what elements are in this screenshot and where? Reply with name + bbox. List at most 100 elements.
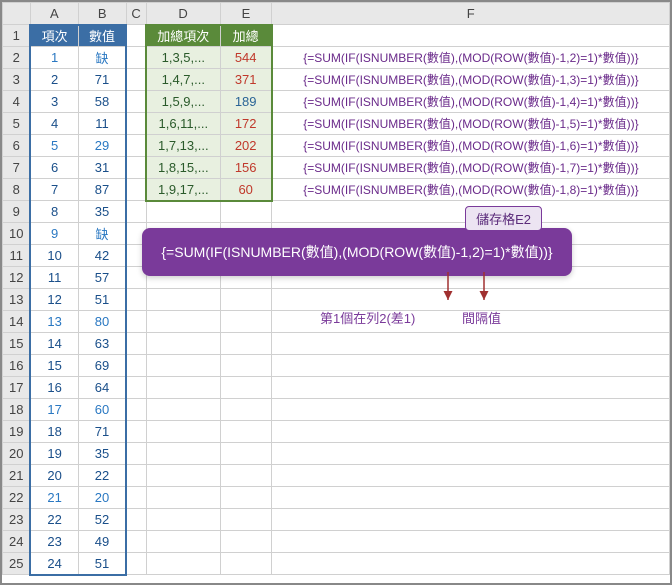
col-C[interactable]: C	[126, 3, 146, 25]
cell-F23[interactable]	[272, 509, 670, 531]
cell-B8[interactable]: 87	[78, 179, 126, 201]
row-header[interactable]: 13	[3, 289, 31, 311]
cell-F20[interactable]	[272, 443, 670, 465]
cell-C13[interactable]	[126, 289, 146, 311]
cell-E17[interactable]	[220, 377, 272, 399]
row-header[interactable]: 8	[3, 179, 31, 201]
cell-C17[interactable]	[126, 377, 146, 399]
cell-D19[interactable]	[146, 421, 220, 443]
cell-E21[interactable]	[220, 465, 272, 487]
row-header[interactable]: 24	[3, 531, 31, 553]
cell-D3[interactable]: 1,4,7,...	[146, 69, 220, 91]
cell-C19[interactable]	[126, 421, 146, 443]
cell-E4[interactable]: 189	[220, 91, 272, 113]
cell-F7[interactable]: {=SUM(IF(ISNUMBER(數值),(MOD(ROW(數值)-1,7)=…	[272, 157, 670, 179]
cell-F18[interactable]	[272, 399, 670, 421]
cell-D21[interactable]	[146, 465, 220, 487]
cell-D6[interactable]: 1,7,13,...	[146, 135, 220, 157]
cell-B6[interactable]: 29	[78, 135, 126, 157]
cell-D9[interactable]	[146, 201, 220, 223]
row-header[interactable]: 19	[3, 421, 31, 443]
cell-C18[interactable]	[126, 399, 146, 421]
cell-A12[interactable]: 11	[30, 267, 78, 289]
cell-F4[interactable]: {=SUM(IF(ISNUMBER(數值),(MOD(ROW(數值)-1,4)=…	[272, 91, 670, 113]
cell-A11[interactable]: 10	[30, 245, 78, 267]
cell-B9[interactable]: 35	[78, 201, 126, 223]
cell-A2[interactable]: 1	[30, 47, 78, 69]
cell-B22[interactable]: 20	[78, 487, 126, 509]
cell-A10[interactable]: 9	[30, 223, 78, 245]
cell-A22[interactable]: 21	[30, 487, 78, 509]
cell-D4[interactable]: 1,5,9,...	[146, 91, 220, 113]
row-header[interactable]: 18	[3, 399, 31, 421]
cell-B20[interactable]: 35	[78, 443, 126, 465]
cell-C7[interactable]	[126, 157, 146, 179]
col-A[interactable]: A	[30, 3, 78, 25]
cell-A15[interactable]: 14	[30, 333, 78, 355]
cell-E16[interactable]	[220, 355, 272, 377]
cell-B11[interactable]: 42	[78, 245, 126, 267]
cell-B19[interactable]: 71	[78, 421, 126, 443]
cell-C8[interactable]	[126, 179, 146, 201]
cell-B5[interactable]: 11	[78, 113, 126, 135]
cell-D7[interactable]: 1,8,15,...	[146, 157, 220, 179]
cell-E6[interactable]: 202	[220, 135, 272, 157]
cell-F24[interactable]	[272, 531, 670, 553]
cell-F2[interactable]: {=SUM(IF(ISNUMBER(數值),(MOD(ROW(數值)-1,2)=…	[272, 47, 670, 69]
cell-C23[interactable]	[126, 509, 146, 531]
row-header[interactable]: 2	[3, 47, 31, 69]
row-header[interactable]: 7	[3, 157, 31, 179]
cell-E24[interactable]	[220, 531, 272, 553]
cell-D15[interactable]	[146, 333, 220, 355]
cell-A9[interactable]: 8	[30, 201, 78, 223]
spreadsheet[interactable]: A B C D E F 1項次數值加總項次加總21缺1,3,5,...544{=…	[2, 2, 670, 576]
cell-E1[interactable]: 加總	[220, 25, 272, 47]
cell-C21[interactable]	[126, 465, 146, 487]
cell-E3[interactable]: 371	[220, 69, 272, 91]
cell-E5[interactable]: 172	[220, 113, 272, 135]
cell-B14[interactable]: 80	[78, 311, 126, 333]
cell-A6[interactable]: 5	[30, 135, 78, 157]
cell-E9[interactable]	[220, 201, 272, 223]
cell-E25[interactable]	[220, 553, 272, 575]
cell-A24[interactable]: 23	[30, 531, 78, 553]
cell-C3[interactable]	[126, 69, 146, 91]
cell-C20[interactable]	[126, 443, 146, 465]
cell-D20[interactable]	[146, 443, 220, 465]
cell-D14[interactable]	[146, 311, 220, 333]
cell-A4[interactable]: 3	[30, 91, 78, 113]
cell-E13[interactable]	[220, 289, 272, 311]
cell-B17[interactable]: 64	[78, 377, 126, 399]
cell-B13[interactable]: 51	[78, 289, 126, 311]
cell-C25[interactable]	[126, 553, 146, 575]
cell-C16[interactable]	[126, 355, 146, 377]
cell-F15[interactable]	[272, 333, 670, 355]
row-header[interactable]: 21	[3, 465, 31, 487]
cell-C2[interactable]	[126, 47, 146, 69]
cell-A13[interactable]: 12	[30, 289, 78, 311]
cell-A14[interactable]: 13	[30, 311, 78, 333]
cell-F1[interactable]	[272, 25, 670, 47]
cell-E14[interactable]	[220, 311, 272, 333]
cell-C5[interactable]	[126, 113, 146, 135]
cell-D24[interactable]	[146, 531, 220, 553]
row-header[interactable]: 15	[3, 333, 31, 355]
cell-E20[interactable]	[220, 443, 272, 465]
col-F[interactable]: F	[272, 3, 670, 25]
cell-B18[interactable]: 60	[78, 399, 126, 421]
row-header[interactable]: 14	[3, 311, 31, 333]
cell-F22[interactable]	[272, 487, 670, 509]
cell-D1[interactable]: 加總項次	[146, 25, 220, 47]
cell-A23[interactable]: 22	[30, 509, 78, 531]
row-header[interactable]: 11	[3, 245, 31, 267]
cell-B15[interactable]: 63	[78, 333, 126, 355]
cell-D2[interactable]: 1,3,5,...	[146, 47, 220, 69]
cell-C9[interactable]	[126, 201, 146, 223]
cell-D22[interactable]	[146, 487, 220, 509]
col-D[interactable]: D	[146, 3, 220, 25]
cell-A7[interactable]: 6	[30, 157, 78, 179]
cell-B10[interactable]: 缺	[78, 223, 126, 245]
row-header[interactable]: 9	[3, 201, 31, 223]
cell-A8[interactable]: 7	[30, 179, 78, 201]
cell-E15[interactable]	[220, 333, 272, 355]
